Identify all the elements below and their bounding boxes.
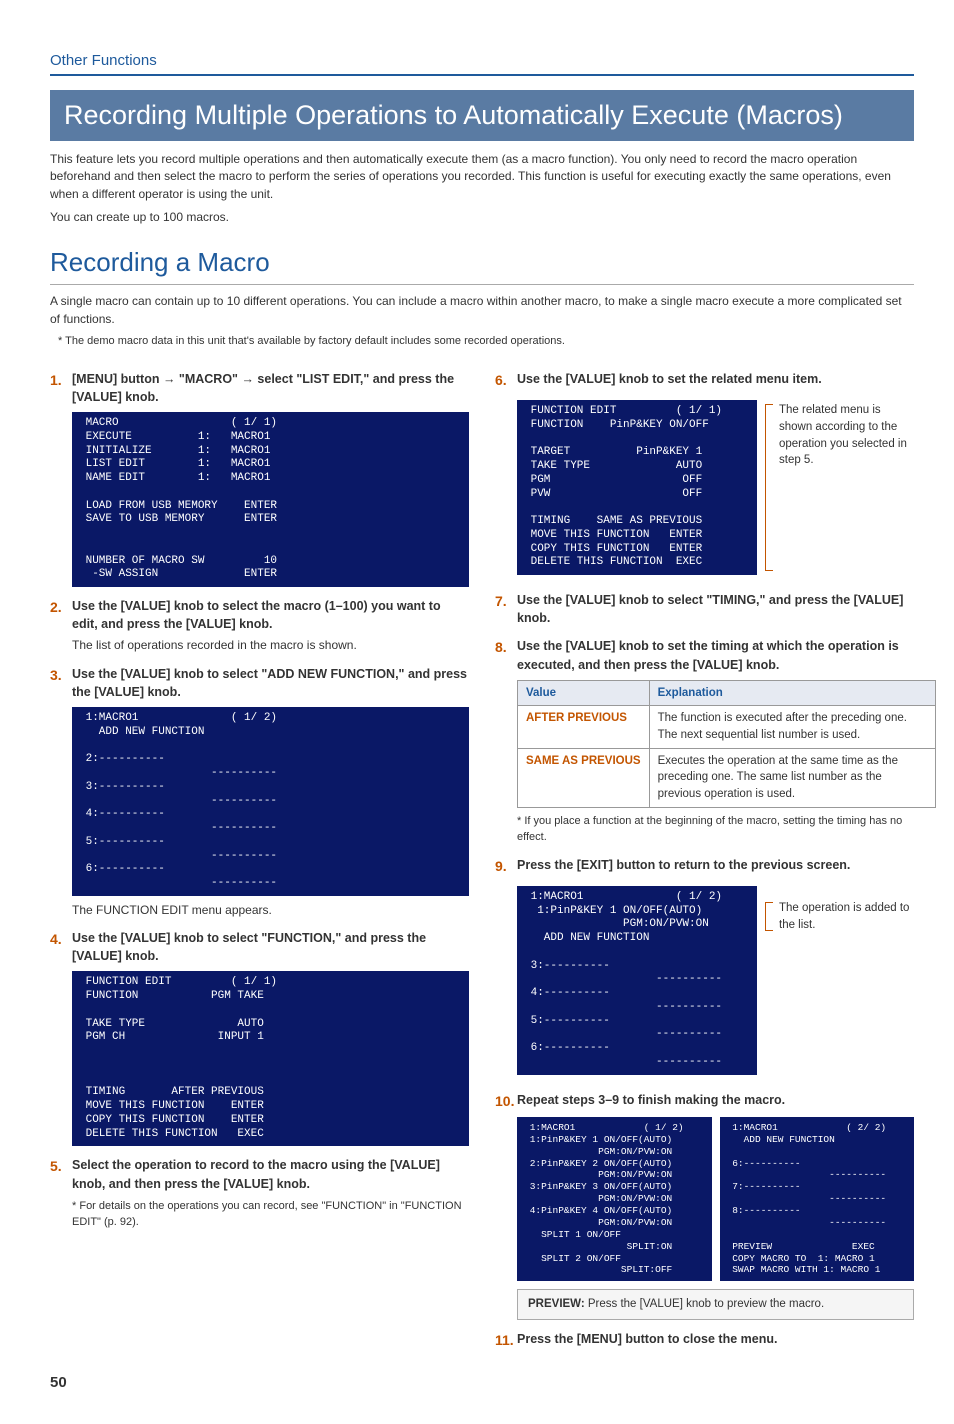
screen-macro-menu: MACRO ( 1/ 1) EXECUTE 1: MACRO1 INITIALI… (72, 412, 469, 587)
step-3-text: Use the [VALUE] knob to select "ADD NEW … (72, 665, 469, 701)
screen-macro-final-b: 1:MACRO1 ( 2/ 2) ADD NEW FUNCTION 6:----… (720, 1117, 915, 1281)
step-number: 2. (50, 597, 72, 633)
step-5-text: Select the operation to record to the ma… (72, 1156, 469, 1192)
table-row: SAME AS PREVIOUS Executes the operation … (518, 748, 936, 807)
callout-bracket (765, 902, 773, 931)
step-number: 1. (50, 370, 72, 406)
step-2: 2. Use the [VALUE] knob to select the ma… (50, 597, 469, 633)
step-8-note: If you place a function at the beginning… (517, 814, 914, 846)
step-1-text: [MENU] button → "MACRO" → select "LIST E… (72, 370, 469, 406)
step-4-text: Use the [VALUE] knob to select "FUNCTION… (72, 929, 469, 965)
table-header-explanation: Explanation (649, 680, 935, 706)
screen-function-edit-2: FUNCTION EDIT ( 1/ 1) FUNCTION PinP&KEY … (517, 400, 757, 575)
page-title: Recording Multiple Operations to Automat… (50, 90, 914, 141)
screen-function-edit-1: FUNCTION EDIT ( 1/ 1) FUNCTION PGM TAKE … (72, 971, 469, 1146)
intro-paragraph-2: You can create up to 100 macros. (50, 209, 914, 226)
screen-macro-list: 1:MACRO1 ( 1/ 2) ADD NEW FUNCTION 2:----… (72, 707, 469, 896)
step-3-subtext: The FUNCTION EDIT menu appears. (72, 902, 469, 919)
step-9-text: Press the [EXIT] button to return to the… (517, 856, 914, 876)
step-5: 5. Select the operation to record to the… (50, 1156, 469, 1192)
step-1: 1. [MENU] button → "MACRO" → select "LIS… (50, 370, 469, 406)
step-6-callout: The related menu is shown according to t… (779, 400, 914, 471)
step-number: 7. (495, 591, 517, 627)
step-number: 3. (50, 665, 72, 701)
table-cell-explanation: Executes the operation at the same time … (649, 748, 935, 807)
section-tag: Other Functions (50, 50, 914, 76)
table-cell-explanation: The function is executed after the prece… (649, 706, 935, 748)
preview-label: PREVIEW: (528, 1298, 585, 1310)
right-column: 6. Use the [VALUE] knob to set the relat… (495, 360, 914, 1354)
step-11-text: Press the [MENU] button to close the men… (517, 1330, 914, 1350)
page-number: 50 (50, 1372, 914, 1394)
screen-macro-final-a: 1:MACRO1 ( 1/ 2) 1:PinP&KEY 1 ON/OFF(AUT… (517, 1117, 712, 1281)
subsection-note: The demo macro data in this unit that's … (58, 334, 914, 350)
left-column: 1. [MENU] button → "MACRO" → select "LIS… (50, 360, 469, 1354)
step-number: 4. (50, 929, 72, 965)
step-7-text: Use the [VALUE] knob to select "TIMING,"… (517, 591, 914, 627)
step-11: 11. Press the [MENU] button to close the… (495, 1330, 914, 1350)
step-number: 11. (495, 1330, 517, 1350)
table-cell-value: AFTER PREVIOUS (518, 706, 650, 748)
step-number: 6. (495, 370, 517, 390)
step-9-callout: The operation is added to the list. (779, 898, 914, 935)
step-number: 8. (495, 637, 517, 673)
table-row: AFTER PREVIOUS The function is executed … (518, 706, 936, 748)
table-header-value: Value (518, 680, 650, 706)
step-6-text: Use the [VALUE] knob to set the related … (517, 370, 914, 390)
step-number: 10. (495, 1091, 517, 1111)
step-10: 10. Repeat steps 3–9 to finish making th… (495, 1091, 914, 1111)
subsection-intro: A single macro can contain up to 10 diff… (50, 293, 914, 328)
step-2-subtext: The list of operations recorded in the m… (72, 637, 469, 654)
preview-note-box: PREVIEW: Press the [VALUE] knob to previ… (517, 1289, 914, 1320)
screen-macro-list-after: 1:MACRO1 ( 1/ 2) 1:PinP&KEY 1 ON/OFF(AUT… (517, 886, 757, 1075)
step-2-text: Use the [VALUE] knob to select the macro… (72, 597, 469, 633)
intro-paragraph-1: This feature lets you record multiple op… (50, 151, 914, 203)
step-7: 7. Use the [VALUE] knob to select "TIMIN… (495, 591, 914, 627)
step-3: 3. Use the [VALUE] knob to select "ADD N… (50, 665, 469, 701)
step-4: 4. Use the [VALUE] knob to select "FUNCT… (50, 929, 469, 965)
step-8: 8. Use the [VALUE] knob to set the timin… (495, 637, 914, 673)
callout-bracket (765, 404, 773, 571)
step-5-note: For details on the operations you can re… (72, 1199, 469, 1231)
timing-table: Value Explanation AFTER PREVIOUS The fun… (517, 680, 936, 808)
step-10-text: Repeat steps 3–9 to finish making the ma… (517, 1091, 914, 1111)
step-9: 9. Press the [EXIT] button to return to … (495, 856, 914, 876)
preview-text: Press the [VALUE] knob to preview the ma… (585, 1298, 824, 1310)
step-8-text: Use the [VALUE] knob to set the timing a… (517, 637, 914, 673)
table-cell-value: SAME AS PREVIOUS (518, 748, 650, 807)
step-6: 6. Use the [VALUE] knob to set the relat… (495, 370, 914, 390)
step-number: 5. (50, 1156, 72, 1192)
subsection-title: Recording a Macro (50, 244, 914, 285)
step-number: 9. (495, 856, 517, 876)
